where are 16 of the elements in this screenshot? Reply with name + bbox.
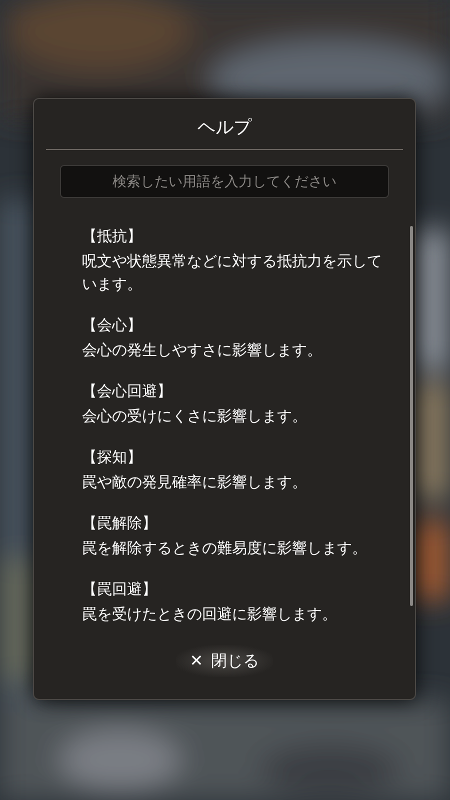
term-heading: 【罠回避】 [82,579,158,599]
dialog-title: ヘルプ [198,119,252,137]
term-heading: 【会心】 [82,315,143,335]
term-description: 会心の受けにくさに影響します。 [82,406,308,427]
term-description: 会心の発生しやすさに影響します。 [82,340,323,361]
term-heading: 【罠解除】 [82,513,158,533]
term-description: 罠を解除するときの難易度に影響します。 [82,538,368,559]
term-heading: 【抵抗】 [82,226,143,246]
close-button[interactable]: ✕ 閉じる [176,645,274,677]
term-description: 罠を受けたときの回避に影響します。 [82,604,338,625]
close-icon: ✕ [190,649,204,673]
search-field[interactable]: 検索したい用語を入力してください [60,165,389,198]
term-heading: 【会心回避】 [82,381,173,401]
term-heading: 【探知】 [82,447,143,467]
term-description: 罠や敵の発見確率に影響します。 [82,472,308,493]
term-description: 呪文や状態異常などに対する抵抗力を示しています。 [82,251,383,295]
